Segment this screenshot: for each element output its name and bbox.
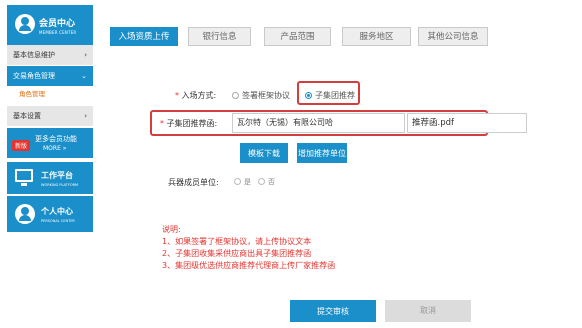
company-field[interactable]: 瓦尔特（无锡）有限公司哈 xyxy=(232,113,405,133)
sidebar-item-label: 基本设置 xyxy=(13,112,41,120)
sidebar-item-role-manage[interactable]: 角色管理 xyxy=(7,86,93,102)
user-icon xyxy=(15,14,35,34)
more-functions-title: 更多会员功能 xyxy=(35,135,77,143)
tab-bank-info[interactable]: 银行信息 xyxy=(188,27,251,46)
personal-center-title: 个人中心 xyxy=(41,207,73,216)
member-center-title: 会员中心 xyxy=(39,19,76,29)
chevron-right-icon: › xyxy=(84,51,87,59)
sidebar: 会员中心 MEMBER CENTER 基本信息维护 › 交易角色管理 ⌄ 角色管… xyxy=(7,5,93,233)
more-functions-button[interactable]: 新版 更多会员功能 MORE » xyxy=(7,128,93,158)
workbench-button[interactable]: 工作平台 WORKING PLATFORM xyxy=(7,162,93,194)
workbench-title: 工作平台 xyxy=(41,171,73,180)
weapon-member-label: 兵器成员单位: xyxy=(168,178,219,187)
notes-section: 说明: 1、如果签署了框架协议，请上传协议文本 2、子集团收集采供应商出具子集团… xyxy=(162,224,335,272)
personal-center-subtitle: PERSONAL CENTER xyxy=(41,219,75,223)
monitor-icon xyxy=(15,169,33,186)
member-center-subtitle: MEMBER CENTER xyxy=(39,30,77,35)
letter-label: * 子集团推荐函: xyxy=(160,119,218,128)
notes-title: 说明: xyxy=(162,225,181,234)
tab-service-area[interactable]: 服务地区 xyxy=(342,27,411,46)
radio-circle-icon xyxy=(234,178,241,185)
submit-review-button[interactable]: 提交审核 xyxy=(290,300,376,322)
chevron-down-icon: ⌄ xyxy=(81,72,87,80)
entry-method-label: * 入场方式: xyxy=(175,91,217,100)
sidebar-item-settings[interactable]: 基本设置 › xyxy=(7,106,93,126)
sidebar-item-label: 交易角色管理 xyxy=(13,72,55,80)
user-icon xyxy=(15,204,35,224)
note-line: 3、集团级优选供应商推荐代理商上传厂家推荐函 xyxy=(162,261,336,270)
file-field[interactable]: 推荐函.pdf xyxy=(407,113,527,133)
template-download-button[interactable]: 模板下载 xyxy=(240,143,288,163)
note-line: 2、子集团收集采供应商出具子集团推荐函 xyxy=(162,249,312,258)
radio-circle-icon xyxy=(258,178,265,185)
highlight-box-entry xyxy=(297,81,360,105)
tab-product-scope[interactable]: 产品范围 xyxy=(264,27,331,46)
sidebar-item-trade-role[interactable]: 交易角色管理 ⌄ xyxy=(7,66,93,86)
more-link: MORE » xyxy=(43,145,67,152)
radio-framework-agreement[interactable]: 签署框架协议 xyxy=(232,90,290,101)
chevron-right-icon: › xyxy=(84,112,87,120)
note-line: 1、如果签署了框架协议，请上传协议文本 xyxy=(162,237,312,246)
radio-yes[interactable]: 是 xyxy=(234,177,251,187)
sidebar-item-basic-info[interactable]: 基本信息维护 › xyxy=(7,45,93,65)
sidebar-item-label: 角色管理 xyxy=(19,90,45,98)
sidebar-item-label: 基本信息维护 xyxy=(13,51,55,59)
cancel-button[interactable]: 取消 xyxy=(385,300,471,322)
personal-center-button[interactable]: 个人中心 PERSONAL CENTER xyxy=(7,196,93,232)
member-center-header[interactable]: 会员中心 MEMBER CENTER xyxy=(7,5,93,45)
new-badge: 新版 xyxy=(12,140,31,151)
radio-circle-icon xyxy=(232,92,239,99)
add-recommend-unit-button[interactable]: 增加推荐单位 xyxy=(297,143,347,163)
radio-no[interactable]: 否 xyxy=(258,177,275,187)
tab-qualification-upload[interactable]: 入场资质上传 xyxy=(110,27,178,46)
workbench-subtitle: WORKING PLATFORM xyxy=(41,183,79,187)
tab-other-company-info[interactable]: 其他公司信息 xyxy=(418,27,488,46)
